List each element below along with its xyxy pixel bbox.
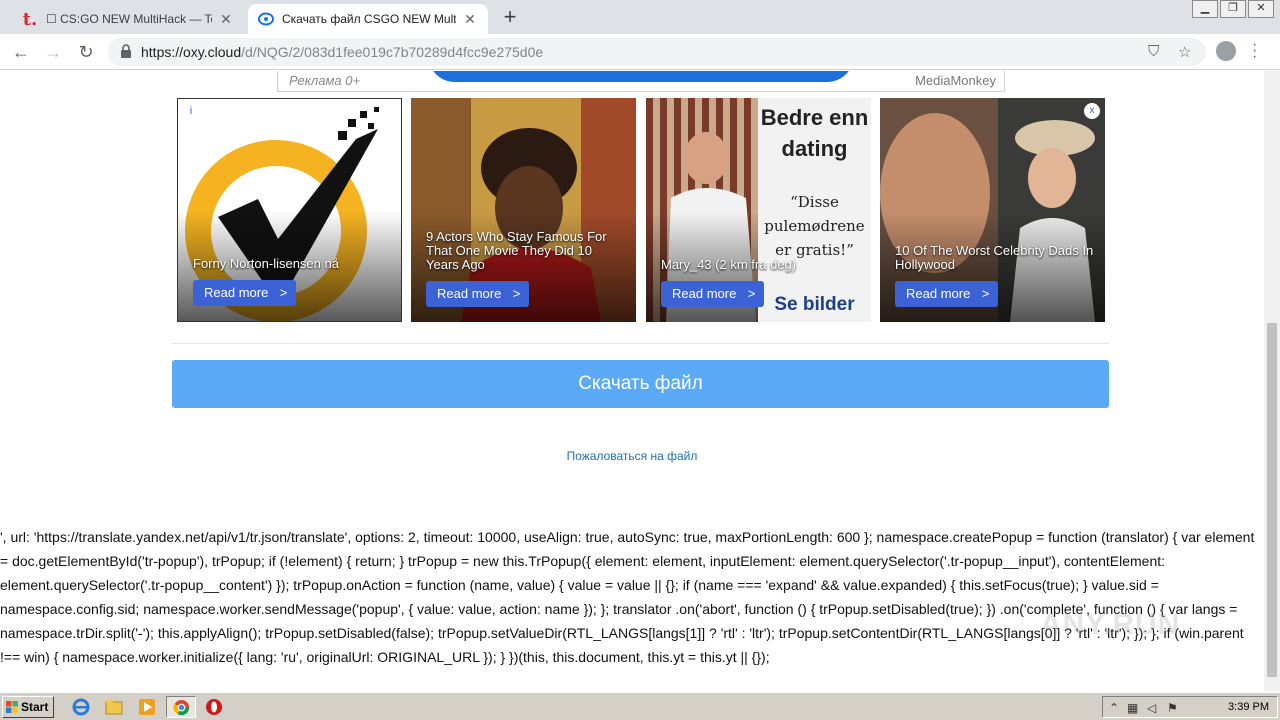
scrollbar-thumb[interactable] [1267,323,1277,677]
script-source-text: ', url: 'https://translate.yandex.net/ap… [0,529,1255,665]
read-more-button[interactable]: Read more > [426,281,530,307]
new-tab-plus-icon[interactable]: + [498,6,522,30]
report-file-link[interactable]: Пожаловаться на файл [0,449,1264,463]
windows-taskbar: Start ⌃ ▦ ◁ ⚑ 3:39 PM [0,692,1280,720]
page-scrollbar[interactable] [1264,71,1280,692]
dating-cta: Se bilder [774,294,855,315]
dating-quote: “Disse pulemødrene er gratis!” [764,193,865,259]
opera-icon[interactable] [205,698,223,716]
ad-title: Mary_43 (2 km fra deg) [661,257,797,272]
restore-icon[interactable]: ❐ [1220,0,1246,18]
lock-icon [121,44,131,58]
ad-title: 10 Of The Worst Celebrity Dads In Hollyw… [895,243,1094,272]
download-file-button[interactable]: Скачать файл [172,360,1109,408]
ad-close-icon[interactable]: x [1084,103,1100,119]
tab-strip: t. ☐ CS:GO NEW MultiHack — Teletype ✕ Ск… [0,0,1280,34]
tab-teletype[interactable]: t. ☐ CS:GO NEW MultiHack — Teletype ✕ [12,4,244,34]
ad-card-actor[interactable]: 9 Actors Who Stay Famous For That One Mo… [411,98,636,322]
menu-dots-icon[interactable]: · · · [1252,37,1257,65]
chrome-icon [173,699,190,716]
back-arrow-icon[interactable]: ← [9,40,33,64]
read-more-button[interactable]: Read more > [193,280,297,306]
ad-title: 9 Actors Who Stay Famous For That One Mo… [426,229,607,272]
address-bar[interactable]: https://oxy.cloud/d/NQG/2/083d1fee019c7b… [108,38,1206,66]
url-text: https://oxy.cloud/d/NQG/2/083d1fee019c7b… [141,44,544,60]
window-close-icon[interactable]: ✕ [1248,0,1274,18]
tab-title: ☐ CS:GO NEW MultiHack — Teletype [46,12,212,26]
chevron-right-icon: > [981,286,990,301]
ad-title: Forny Norton-lisensen nå [193,256,339,271]
tab-oxy-cloud[interactable]: Скачать файл CSGO NEW MultiHack ✕ [248,4,488,34]
ad-card-norton[interactable]: i Forny Norton-lisensen nå Read more > [177,98,402,322]
watermark: ANY.RUN [1040,608,1181,641]
reload-icon[interactable]: ↻ [74,40,98,64]
read-more-button[interactable]: Read more > [661,281,765,307]
tray-expand-icon[interactable]: ⌃ [1109,701,1119,715]
tab-title: Скачать файл CSGO NEW MultiHack [282,12,456,26]
read-more-button[interactable]: Read more > [895,281,999,307]
blocked-popup-icon[interactable]: ⛉ [1148,43,1159,60]
forward-arrow-icon[interactable]: → [41,40,65,64]
teletype-t-icon: t. [22,8,38,30]
ad-label: Реклама 0+ [289,73,361,88]
clock: 3:39 PM [1228,701,1269,713]
oxy-cloud-icon [258,11,274,27]
top-ad-banner[interactable]: Реклама 0+ MediaMonkey [277,71,1005,92]
ad-card-celebrity[interactable]: x 10 Of The Worst Celebrity Dads In Holl… [880,98,1105,322]
minimize-icon[interactable]: ▁ [1192,0,1218,18]
tab-close-icon[interactable]: ✕ [218,11,234,28]
browser-toolbar: ← → ↻ https://oxy.cloud/d/NQG/2/083d1fee… [0,34,1280,70]
chevron-right-icon: > [512,286,521,301]
profile-avatar-icon[interactable] [1216,41,1236,61]
flag-icon[interactable]: ⚑ [1167,701,1178,715]
chevron-right-icon: > [279,285,288,300]
ad-blue-shape [428,71,854,82]
volume-icon[interactable]: ◁ [1147,701,1156,715]
system-tray: ⌃ ▦ ◁ ⚑ 3:39 PM [1102,696,1278,718]
divider [172,343,1109,344]
dating-heading: Bedre enn dating [760,105,869,161]
ad-brand: MediaMonkey [915,73,996,88]
tab-close-icon[interactable]: ✕ [462,11,478,28]
chevron-right-icon: > [747,286,756,301]
chrome-taskbar-button[interactable] [166,696,196,718]
network-icon[interactable]: ▦ [1127,701,1138,715]
page-content: Реклама 0+ MediaMonkey i Forny Norton-li… [0,71,1264,692]
start-button[interactable]: Start [2,696,54,718]
ad-info-icon[interactable]: i [184,104,198,118]
internet-explorer-icon[interactable] [72,698,90,716]
media-player-icon[interactable] [138,698,156,716]
folder-icon[interactable] [105,698,123,716]
windows-flag-icon [6,701,18,713]
window-controls: ▁ ❐ ✕ [1190,0,1274,18]
bookmark-star-icon[interactable]: ☆ [1178,43,1191,61]
ad-card-dating[interactable]: Bedre enn dating “Disse pulemødrene er g… [646,98,871,322]
